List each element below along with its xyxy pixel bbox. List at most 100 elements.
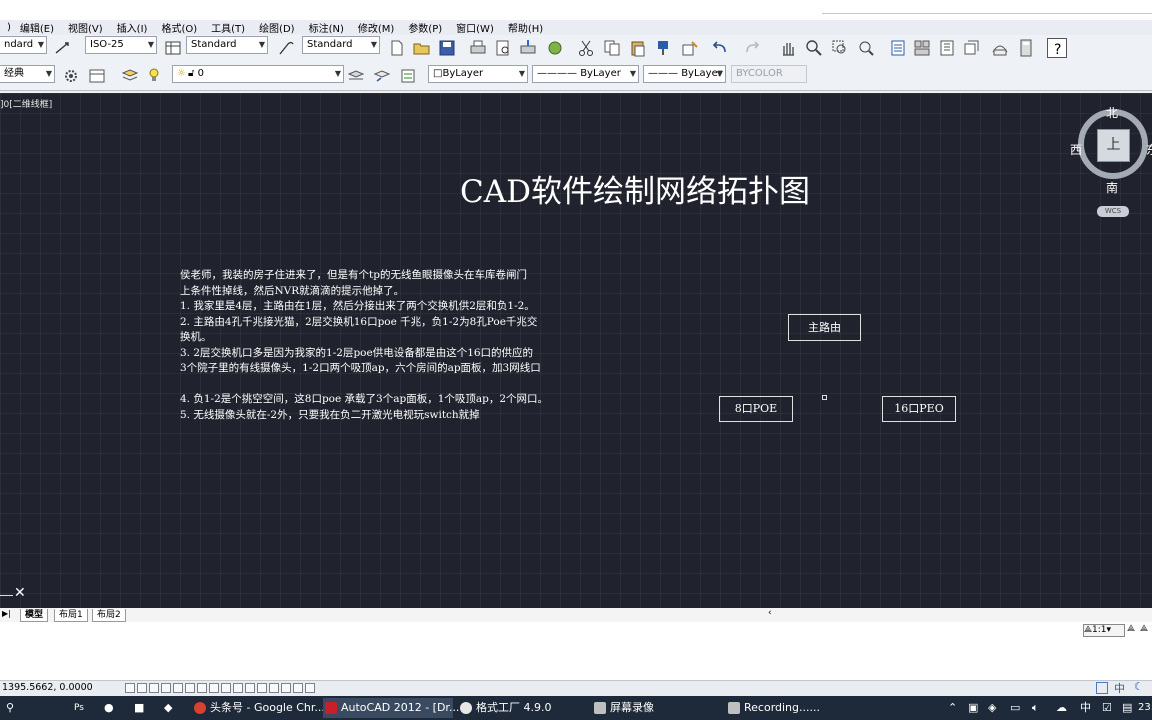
make-current-layer-icon[interactable] — [346, 66, 366, 86]
lineweight-select[interactable]: ——— ByLayer ▼ — [643, 65, 726, 83]
mleader-style-select[interactable]: Standard ▼ — [302, 36, 380, 54]
task-autocad[interactable]: AutoCAD 2012 - [Dr... — [323, 698, 459, 718]
menu-item-window[interactable]: 窗口(W) — [449, 20, 501, 35]
annotation-monitor-button[interactable] — [281, 683, 291, 693]
paste-icon[interactable] — [628, 38, 648, 58]
photoshop-icon[interactable]: Ps — [74, 698, 84, 718]
copy-icon[interactable] — [602, 38, 622, 58]
annotation-autoscale-icon[interactable]: ⟁ — [1140, 624, 1152, 637]
chevron-up-icon[interactable]: ⌃ — [948, 698, 957, 718]
compass-west-label[interactable]: 西 — [1070, 141, 1082, 158]
layer-select[interactable]: ☼ 🔓︎ 0 ▼ — [172, 65, 344, 83]
task-recording[interactable]: Recording...... — [726, 698, 856, 718]
cloud-icon[interactable]: ☁ — [1056, 698, 1067, 718]
cut-icon[interactable] — [576, 38, 596, 58]
publish-icon[interactable] — [518, 38, 538, 58]
ime-indicator[interactable]: 中 — [1080, 698, 1091, 718]
lineweight-button[interactable] — [233, 683, 243, 693]
annotation-visibility-icon[interactable]: ⟁ — [1127, 624, 1139, 637]
display-icon[interactable]: ▭ — [1010, 698, 1020, 718]
network-icon[interactable]: ◈ — [988, 698, 996, 718]
clock[interactable]: 23: — [1138, 698, 1152, 718]
design-center-icon[interactable] — [912, 38, 932, 58]
menu-item-tools[interactable]: 工具(T) — [204, 20, 252, 35]
compass-east-label[interactable]: 东 — [1146, 141, 1152, 158]
menu-item-dimension[interactable]: 标注(N) — [302, 20, 351, 35]
tab-model[interactable]: 模型 — [20, 609, 49, 622]
menu-item-parametric[interactable]: 参数(P) — [401, 20, 449, 35]
save-icon[interactable] — [437, 38, 457, 58]
open-folder-icon[interactable] — [412, 38, 432, 58]
drawing-canvas[interactable]: ]0[二维线框] CAD软件绘制网络拓扑图 侯老师，我装的房子住进来了，但是有个… — [0, 93, 1152, 608]
notification-icon[interactable]: ▤ — [1122, 698, 1132, 718]
model-space-button[interactable] — [293, 683, 303, 693]
lightbulb-icon[interactable] — [146, 66, 166, 86]
quick-view-button[interactable] — [305, 683, 315, 693]
multileader-style-icon[interactable] — [276, 38, 296, 58]
text-style-select[interactable]: ndard ▼ — [0, 36, 47, 54]
tool-palettes-icon[interactable] — [937, 38, 957, 58]
main-router-box[interactable]: 主路由 — [788, 314, 861, 341]
search-icon[interactable]: ⚲ — [6, 698, 14, 718]
dimension-style-icon[interactable] — [53, 38, 73, 58]
gear-icon[interactable] — [61, 66, 81, 86]
vscode-icon[interactable]: ◆ — [164, 698, 172, 718]
security-icon[interactable]: ▣ — [968, 698, 978, 718]
volume-icon[interactable]: 🔈︎ — [1032, 698, 1039, 718]
properties-icon[interactable] — [888, 38, 908, 58]
polar-tracking-button[interactable] — [161, 683, 171, 693]
new-file-icon[interactable] — [387, 38, 407, 58]
object-snap-tracking-button[interactable] — [197, 683, 207, 693]
menu-item-edit[interactable]: 编辑(E) — [13, 20, 61, 35]
wechat-icon[interactable]: ● — [104, 698, 114, 718]
layer-state-icon[interactable] — [398, 66, 418, 86]
zoom-window-icon[interactable] — [830, 38, 850, 58]
block-editor-icon[interactable] — [680, 38, 700, 58]
markup-icon[interactable] — [990, 38, 1010, 58]
compass-south-label[interactable]: 南 — [1106, 179, 1118, 196]
print-preview-icon[interactable] — [493, 38, 513, 58]
moon-icon[interactable]: ☾ — [1134, 680, 1144, 693]
zoom-realtime-icon[interactable] — [804, 38, 824, 58]
menu-item-help[interactable]: 帮助(H) — [501, 20, 550, 35]
dim-style-select[interactable]: ISO-25 ▼ — [85, 36, 157, 54]
match-properties-icon[interactable] — [654, 38, 674, 58]
plotstyle-select[interactable]: BYCOLOR — [731, 65, 807, 83]
tab-layout1[interactable]: 布局1 — [54, 609, 88, 622]
task-screen-record[interactable]: 屏幕录像 — [592, 698, 722, 718]
tab-scroll-left-icon[interactable]: ▶| — [2, 609, 11, 618]
compass-north-label[interactable]: 北 — [1106, 104, 1118, 121]
snap-mode-button[interactable] — [125, 683, 135, 693]
layer-previous-icon[interactable] — [372, 66, 392, 86]
annotation-scale-button[interactable]: ⟁1:1▾ — [1083, 624, 1125, 637]
task-chrome[interactable]: 头条号 - Google Chr... — [192, 698, 325, 718]
viewcube-top-face[interactable]: 上 — [1097, 129, 1130, 162]
help-icon[interactable]: ? — [1047, 38, 1067, 58]
app-icon[interactable]: ■ — [134, 698, 144, 718]
linetype-select[interactable]: ———— ByLayer ▼ — [532, 65, 639, 83]
workspace-select[interactable]: 经典 ▼ — [0, 65, 55, 83]
print-icon[interactable] — [468, 38, 488, 58]
redo-icon[interactable] — [742, 38, 762, 58]
zoom-previous-icon[interactable] — [856, 38, 876, 58]
ortho-mode-button[interactable] — [149, 683, 159, 693]
menu-item-partial[interactable]: ) — [0, 22, 13, 33]
task-format-factory[interactable]: 格式工厂 4.9.0 — [458, 698, 588, 718]
viewport-label[interactable]: ]0[二维线框] — [0, 97, 52, 110]
menu-item-view[interactable]: 视图(V) — [61, 20, 110, 35]
sheet-set-icon[interactable] — [962, 38, 982, 58]
dynamic-ucs-button[interactable] — [209, 683, 219, 693]
layer-properties-icon[interactable] — [120, 66, 140, 86]
3d-object-snap-button[interactable] — [185, 683, 195, 693]
checkbox-icon[interactable]: ☑ — [1102, 698, 1112, 718]
object-snap-button[interactable] — [173, 683, 183, 693]
scroll-left-icon[interactable]: ‹ — [768, 608, 772, 618]
undo-icon[interactable] — [710, 38, 730, 58]
selection-cycling-button[interactable] — [269, 683, 279, 693]
menu-item-insert[interactable]: 插入(I) — [110, 20, 155, 35]
grid-display-button[interactable] — [137, 683, 147, 693]
menu-item-modify[interactable]: 修改(M) — [351, 20, 401, 35]
coordinates-readout[interactable]: 1395.5662, 0.0000 — [2, 682, 93, 693]
poe8-switch-box[interactable]: 8口POE — [719, 396, 793, 422]
clean-screen-icon[interactable] — [1096, 682, 1108, 694]
